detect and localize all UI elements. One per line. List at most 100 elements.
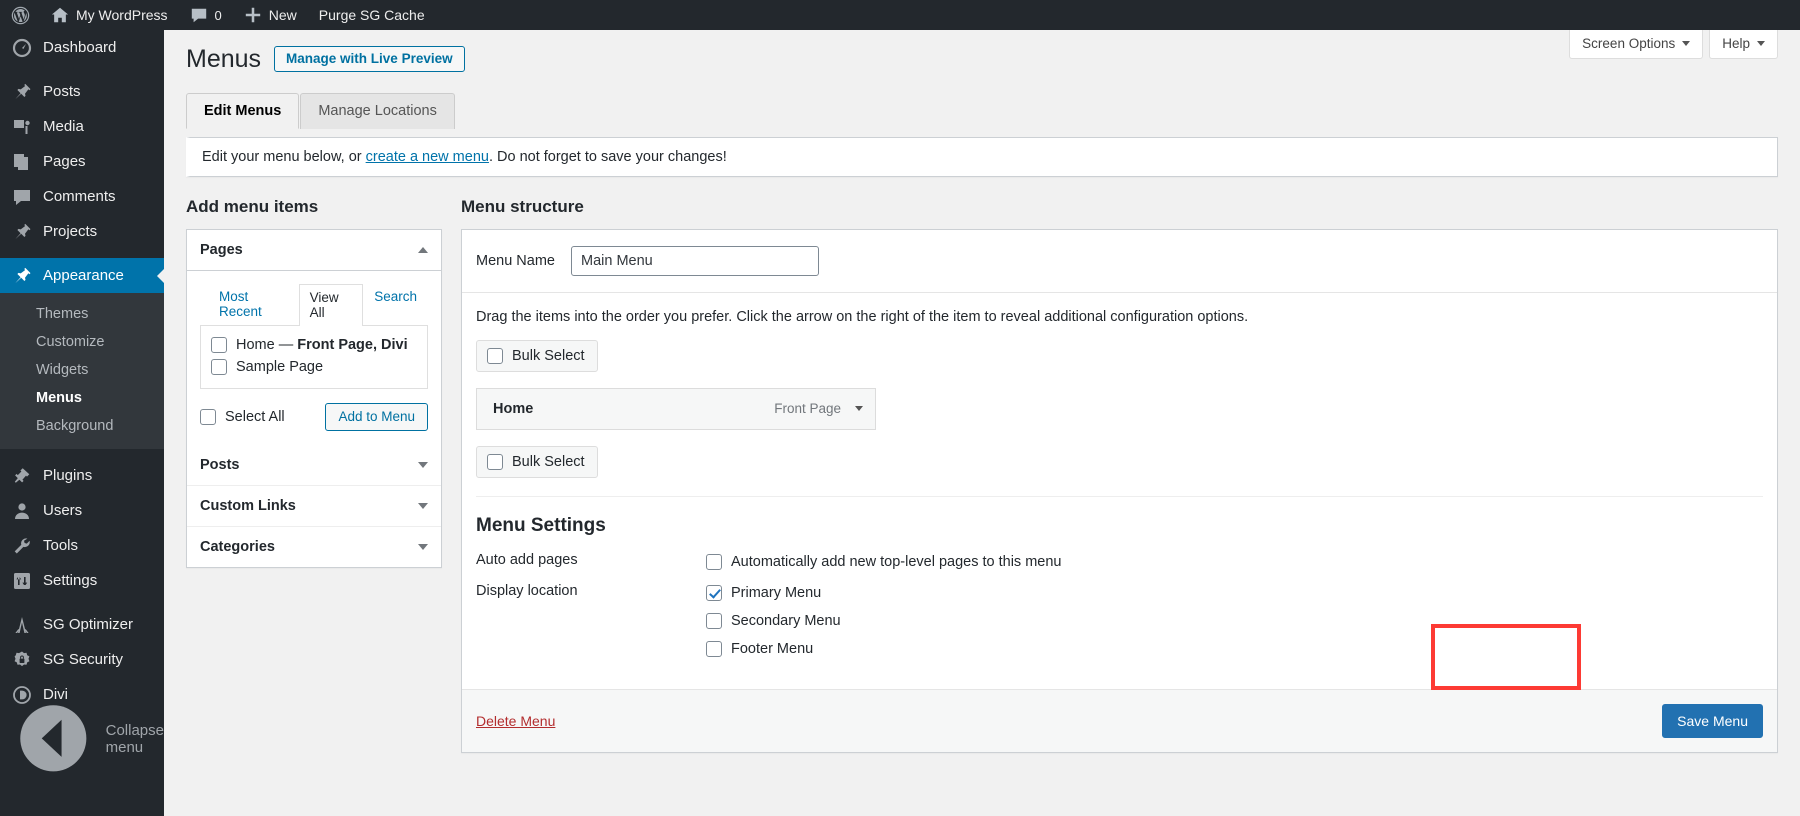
- chevron-down-icon[interactable]: [418, 543, 428, 550]
- submenu-item-themes[interactable]: Themes: [0, 300, 164, 328]
- delete-menu-link[interactable]: Delete Menu: [476, 713, 555, 729]
- accordion-header-pages[interactable]: Pages: [187, 229, 441, 271]
- comments-count: 0: [214, 7, 222, 23]
- wordpress-logo-button[interactable]: [0, 0, 40, 30]
- sidebar-item-users[interactable]: Users: [0, 493, 164, 528]
- wordpress-logo-icon: [11, 6, 30, 24]
- auto-add-pages-option[interactable]: Automatically add new top-level pages to…: [706, 551, 1061, 573]
- select-all-label: Select All: [225, 408, 285, 425]
- pin-icon: [15, 83, 31, 99]
- new-content-button[interactable]: New: [233, 0, 308, 30]
- page-label: Home — Front Page, Divi: [236, 336, 408, 353]
- accordion-header-categories[interactable]: Categories: [187, 526, 441, 567]
- sidebar-item-label: Plugins: [43, 467, 93, 484]
- subtab-view-all[interactable]: View All: [298, 283, 364, 326]
- sidebar-item-plugins[interactable]: Plugins: [0, 458, 164, 493]
- screen-meta-links: Screen Options Help: [1569, 30, 1778, 59]
- wrench-icon: [14, 537, 30, 553]
- select-all-checkbox[interactable]: [200, 408, 216, 425]
- chevron-down-icon[interactable]: [418, 461, 428, 468]
- sidebar-item-label: SG Optimizer: [43, 616, 134, 633]
- save-menu-button[interactable]: Save Menu: [1662, 703, 1763, 738]
- accordion-title: Custom Links: [200, 497, 296, 514]
- footer-menu-checkbox[interactable]: [706, 640, 722, 657]
- purge-sg-cache-button[interactable]: Purge SG Cache: [308, 0, 436, 30]
- sidebar-item-pages[interactable]: Pages: [0, 144, 164, 179]
- sidebar-item-settings[interactable]: Settings: [0, 563, 164, 598]
- sidebar-item-sg-optimizer[interactable]: SG Optimizer: [0, 607, 164, 642]
- columns: Add menu items Pages Most Recent View Al…: [164, 177, 1800, 753]
- plus-icon: [245, 7, 260, 23]
- select-all-row[interactable]: Select All: [200, 406, 285, 428]
- sidebar-item-tools[interactable]: Tools: [0, 528, 164, 563]
- sidebar-item-media[interactable]: Media: [0, 109, 164, 144]
- list-item[interactable]: Sample Page: [211, 356, 417, 378]
- auto-add-pages-option-label: Automatically add new top-level pages to…: [731, 553, 1062, 570]
- menu-name-label: Menu Name: [476, 252, 555, 269]
- create-a-new-menu-link[interactable]: create a new menu: [366, 149, 489, 165]
- chevron-down-icon[interactable]: [418, 502, 428, 509]
- menu-name-input[interactable]: [570, 245, 819, 276]
- comment-bubble-icon: [191, 8, 206, 23]
- site-name-button[interactable]: My WordPress: [40, 0, 179, 30]
- menu-name-row: Menu Name: [462, 229, 1777, 293]
- add-menu-items-heading: Add menu items: [186, 196, 319, 216]
- submenu-item-customize[interactable]: Customize: [0, 328, 164, 356]
- sidebar-item-label: Pages: [43, 153, 86, 170]
- tab-manage-locations[interactable]: Manage Locations: [300, 92, 455, 129]
- sidebar-item-label: Comments: [43, 188, 116, 205]
- auto-add-pages-checkbox[interactable]: [706, 553, 722, 570]
- accordion-header-posts[interactable]: Posts: [187, 444, 441, 486]
- subtab-search[interactable]: Search: [363, 283, 428, 325]
- list-item[interactable]: Home — Front Page, Divi: [211, 334, 417, 356]
- collapse-menu-button[interactable]: Collapse menu: [0, 705, 164, 772]
- comments-button[interactable]: 0: [179, 0, 233, 30]
- accordion-title: Posts: [200, 456, 240, 473]
- secondary-menu-checkbox[interactable]: [706, 612, 722, 629]
- page-checkbox-home[interactable]: [211, 336, 227, 353]
- bulk-select-checkbox[interactable]: [487, 347, 503, 364]
- primary-menu-checkbox[interactable]: [706, 584, 722, 601]
- tab-bar: Edit Menus Manage Locations: [164, 76, 1800, 129]
- paintbrush-icon: [15, 267, 31, 283]
- bulk-select-top[interactable]: Bulk Select: [476, 339, 598, 372]
- sidebar-item-sg-security[interactable]: SG Security: [0, 642, 164, 677]
- sidebar-divider: [0, 449, 164, 458]
- submenu-item-widgets[interactable]: Widgets: [0, 356, 164, 384]
- submenu-item-menus[interactable]: Menus: [0, 384, 164, 412]
- section-divider: [476, 495, 1763, 497]
- menu-item-row[interactable]: Home Front Page: [476, 387, 876, 430]
- subtab-most-recent[interactable]: Most Recent: [208, 283, 299, 325]
- bulk-select-checkbox[interactable]: [487, 453, 503, 470]
- tab-edit-menus[interactable]: Edit Menus: [186, 92, 300, 129]
- page-checkbox-sample-page[interactable]: [211, 358, 227, 375]
- sidebar-item-projects[interactable]: Projects: [0, 214, 164, 249]
- sidebar-item-appearance[interactable]: Appearance: [0, 258, 165, 293]
- add-to-menu-button[interactable]: Add to Menu: [325, 402, 428, 431]
- sidebar-item-dashboard[interactable]: Dashboard: [0, 30, 164, 65]
- menu-items-area: Drag the items into the order you prefer…: [462, 293, 1777, 497]
- location-option-footer-menu[interactable]: Footer Menu: [706, 638, 841, 660]
- chevron-down-icon[interactable]: [855, 406, 863, 411]
- auto-add-pages-row: Auto add pages Automatically add new top…: [476, 551, 1763, 573]
- user-icon: [15, 502, 29, 519]
- chevron-up-icon[interactable]: [418, 246, 428, 253]
- location-option-primary-menu[interactable]: Primary Menu: [706, 582, 841, 604]
- accordion-header-custom-links[interactable]: Custom Links: [187, 485, 441, 527]
- menu-item-title: Home: [493, 400, 534, 417]
- home-icon: [51, 7, 69, 23]
- collapse-menu-label: Collapse menu: [105, 721, 164, 756]
- submenu-item-background[interactable]: Background: [0, 412, 164, 440]
- manage-with-live-preview-button[interactable]: Manage with Live Preview: [274, 46, 465, 73]
- accordion-title: Categories: [200, 538, 275, 555]
- bulk-select-bottom[interactable]: Bulk Select: [476, 445, 598, 478]
- notice-banner: Edit your menu below, or create a new me…: [186, 136, 1778, 177]
- location-option-secondary-menu[interactable]: Secondary Menu: [706, 610, 841, 632]
- sidebar-item-posts[interactable]: Posts: [0, 74, 164, 109]
- menu-item-meta: Front Page: [774, 401, 863, 416]
- chevron-down-icon: [1682, 41, 1691, 46]
- screen-options-button[interactable]: Screen Options: [1569, 30, 1704, 59]
- notice-text-after: . Do not forget to save your changes!: [488, 148, 727, 165]
- help-button[interactable]: Help: [1709, 30, 1778, 59]
- sidebar-item-comments[interactable]: Comments: [0, 179, 164, 214]
